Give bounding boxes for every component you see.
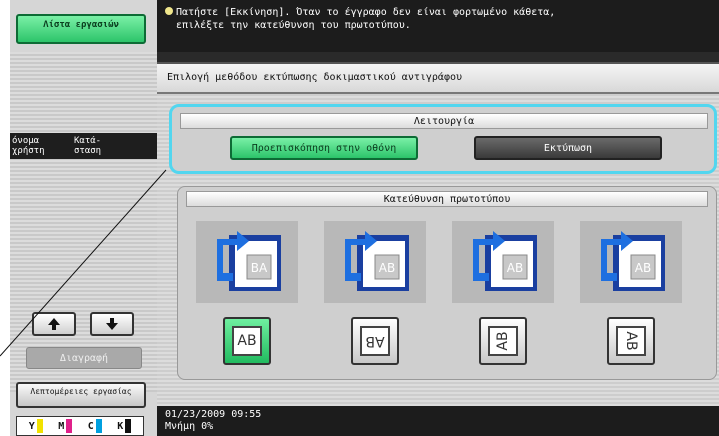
- orientation-upright-button[interactable]: AB: [223, 317, 271, 365]
- left-panel-background: [10, 52, 157, 392]
- job-list-button[interactable]: Λίστα εργασιών: [16, 14, 146, 44]
- orientation-illustration-1: BA: [196, 221, 298, 303]
- rotate-document-icon: AB: [601, 231, 665, 291]
- toner-label: Y: [28, 420, 35, 432]
- orientation-rotated-right-button[interactable]: AB: [607, 317, 655, 365]
- toner-magenta: M: [58, 419, 73, 433]
- orientation-illustration-2: AB: [324, 221, 426, 303]
- date-time: 01/23/2009 09:55: [165, 409, 262, 420]
- toner-swatch: [95, 419, 102, 433]
- preview-on-screen-button[interactable]: Προεπισκόπηση στην οθόνη: [230, 136, 418, 160]
- orientation-header: Κατεύθυνση πρωτοτύπου: [186, 191, 708, 207]
- rotate-document-icon: AB: [473, 231, 537, 291]
- toner-swatch: [125, 419, 132, 433]
- arrow-down-icon: [106, 318, 118, 330]
- rotate-document-icon: BA: [217, 231, 281, 291]
- copier-control-panel: Λίστα εργασιών όνομα χρήστη Κατά- σταση …: [10, 0, 719, 436]
- user-name-column-label: όνομα χρήστη: [12, 136, 45, 156]
- orientation-upside-down-button[interactable]: AB: [351, 317, 399, 365]
- info-bulb-icon: [165, 7, 173, 15]
- toner-cyan: C: [88, 419, 102, 433]
- toner-label: K: [117, 420, 124, 432]
- job-list-header: όνομα χρήστη Κατά- σταση: [10, 133, 157, 159]
- function-header: Λειτουργία: [180, 113, 708, 129]
- orientation-rotated-left-button[interactable]: AB: [479, 317, 527, 365]
- rotate-document-icon: AB: [345, 231, 409, 291]
- delete-button[interactable]: Διαγραφή: [26, 347, 142, 369]
- orientation-upside-down-label: AB: [360, 326, 390, 356]
- memory-status: Μνήμη 0%: [165, 421, 214, 432]
- print-button[interactable]: Εκτύπωση: [474, 136, 662, 160]
- svg-text:AB: AB: [507, 261, 523, 275]
- panel-title: Επιλογή μεθόδου εκτύπωσης δοκιμαστικού α…: [157, 64, 719, 94]
- toner-level-indicator: Y M C K: [16, 416, 144, 436]
- toner-swatch: [66, 419, 73, 433]
- orientation-illustration-3: AB: [452, 221, 554, 303]
- message-line-1: Πατήστε [Εκκίνηση]. Όταν το έγγραφο δεν …: [176, 7, 556, 18]
- toner-yellow: Y: [29, 419, 43, 433]
- proof-copy-panel: Επιλογή μεθόδου εκτύπωσης δοκιμαστικού α…: [157, 62, 719, 406]
- toner-swatch: [36, 419, 43, 433]
- function-section: Λειτουργία Προεπισκόπηση στην οθόνη Εκτύ…: [169, 104, 717, 174]
- svg-text:BA: BA: [251, 261, 268, 275]
- orientation-illustration-4: AB: [580, 221, 682, 303]
- scroll-down-button[interactable]: [90, 312, 134, 336]
- toner-label: C: [87, 420, 94, 432]
- toner-label: M: [58, 420, 65, 432]
- instruction-message: Πατήστε [Εκκίνηση]. Όταν το έγγραφο δεν …: [157, 0, 719, 52]
- arrow-up-icon: [48, 318, 60, 330]
- svg-text:AB: AB: [379, 261, 395, 275]
- status-bar: 01/23/2009 09:55 Μνήμη 0%: [157, 406, 719, 436]
- status-column-label: Κατά- σταση: [74, 136, 102, 156]
- orientation-upright-label: AB: [232, 326, 262, 356]
- orientation-rotated-right-label: AB: [616, 326, 646, 356]
- original-orientation-section: Κατεύθυνση πρωτοτύπου BA AB AB AB AB AB …: [177, 186, 717, 380]
- orientation-rotated-left-label: AB: [488, 326, 518, 356]
- job-details-button[interactable]: Λεπτομέρειες εργασίας: [16, 382, 146, 408]
- svg-text:AB: AB: [635, 261, 651, 275]
- scroll-up-button[interactable]: [32, 312, 76, 336]
- message-line-2: επιλέξτε την κατεύθυνση του πρωτοτύπου.: [176, 20, 411, 31]
- left-panel: Λίστα εργασιών όνομα χρήστη Κατά- σταση …: [10, 0, 157, 436]
- toner-black: K: [117, 419, 132, 433]
